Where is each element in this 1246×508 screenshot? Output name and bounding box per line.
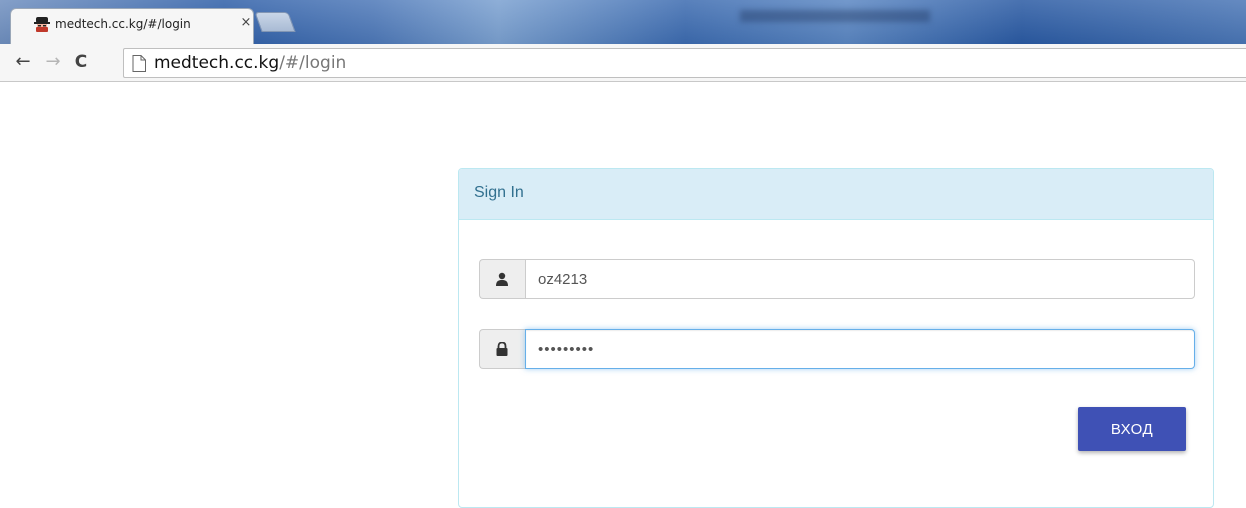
sign-in-panel: Sign In ВХОД [458,168,1214,508]
url-path: /#/login [279,53,347,73]
new-tab-button[interactable] [254,12,296,32]
spy-hat-icon [34,17,50,32]
password-group [479,329,1195,369]
username-addon [479,259,525,299]
panel-heading: Sign In [459,169,1213,220]
tab-active[interactable]: medtech.cc.kg/#/login × [10,8,254,44]
username-group [479,259,1195,299]
username-field[interactable] [525,259,1195,299]
reload-button[interactable]: C [70,50,92,74]
tab-close-button[interactable]: × [239,15,253,30]
password-addon [479,329,525,369]
user-icon [496,272,508,286]
page-icon [132,55,146,72]
tab-title: medtech.cc.kg/#/login [55,17,191,31]
address-bar[interactable]: medtech.cc.kg/#/login [123,48,1246,78]
forward-button[interactable]: → [42,50,64,74]
login-button[interactable]: ВХОД [1078,407,1186,451]
browser-toolbar: ← → C medtech.cc.kg/#/login [0,44,1246,82]
browser-tabstrip: medtech.cc.kg/#/login × [0,0,1246,44]
url-host: medtech.cc.kg [154,53,280,73]
password-field[interactable] [525,329,1195,369]
panel-title: Sign In [474,184,524,201]
url-text: medtech.cc.kg/#/login [154,53,346,73]
window-title-blurred [740,10,930,22]
back-button[interactable]: ← [12,50,34,74]
lock-icon [496,342,508,356]
